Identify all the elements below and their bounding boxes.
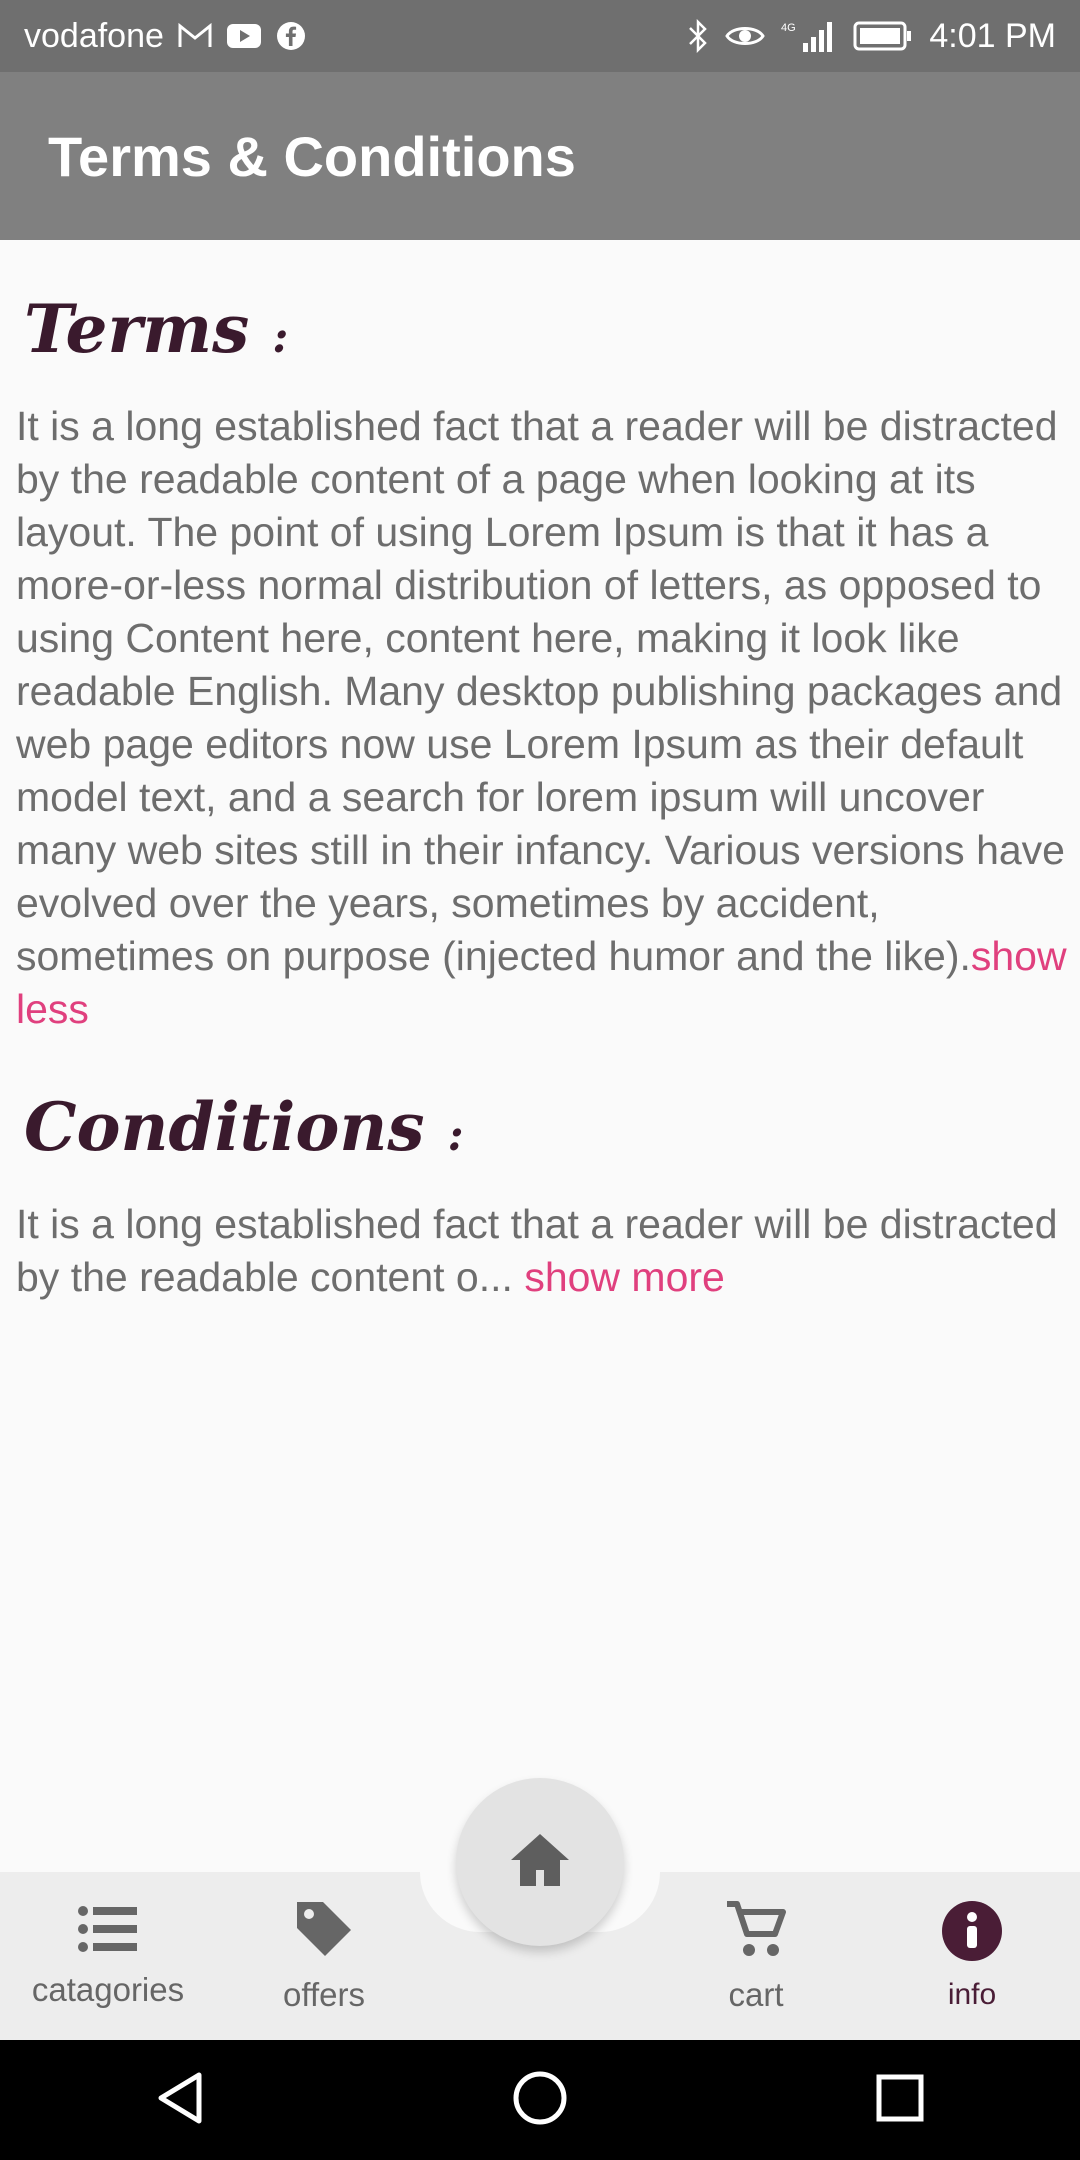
nav-label-offers: offers: [283, 1976, 365, 2013]
status-bar: vodafone 4G 4:01 PM: [0, 0, 1080, 72]
nav-label-info: info: [947, 1978, 997, 2011]
home-icon: [509, 1832, 571, 1893]
system-nav-bar: [0, 2040, 1080, 2160]
terms-content: Terms : It is a long established fact th…: [0, 240, 1080, 1870]
bluetooth-icon: [687, 19, 709, 53]
nav-item-categories[interactable]: catagories: [0, 1872, 216, 2040]
circle-icon: [512, 2070, 568, 2131]
conditions-body: It is a long established fact that a rea…: [16, 1198, 1080, 1304]
network-type: 4G: [781, 22, 796, 34]
status-time: 4:01 PM: [929, 16, 1056, 55]
nav-label-cart: cart: [728, 1976, 784, 2013]
gmail-icon: [178, 23, 212, 49]
battery-icon: [853, 21, 913, 51]
conditions-heading-text: Conditions: [24, 1088, 425, 1166]
nav-item-info[interactable]: info: [864, 1872, 1080, 2040]
signal-icon: 4G: [781, 19, 837, 53]
terms-body-text: It is a long established fact that a rea…: [16, 403, 1065, 979]
nav-item-offers[interactable]: offers: [216, 1872, 432, 2040]
info-icon: [941, 1900, 1003, 1970]
terms-heading-colon: :: [272, 312, 289, 363]
facebook-icon: [276, 21, 306, 51]
app-bar: Terms & Conditions: [0, 72, 1080, 240]
back-icon: [155, 2071, 205, 2130]
eye-icon: [725, 22, 766, 50]
youtube-icon: [226, 23, 262, 49]
recents-button[interactable]: [840, 2040, 960, 2160]
status-left: vodafone: [0, 17, 306, 56]
terms-heading-text: Terms: [24, 290, 250, 368]
terms-heading: Terms :: [24, 290, 289, 368]
carrier-name: vodafone: [24, 16, 164, 55]
cart-icon: [725, 1898, 787, 1968]
status-right: 4G 4:01 PM: [687, 17, 1080, 56]
list-icon: [77, 1903, 139, 1963]
tag-icon: [293, 1898, 355, 1968]
conditions-heading: Conditions :: [24, 1088, 464, 1166]
nav-label-categories: catagories: [31, 1971, 185, 2008]
page-title: Terms & Conditions: [48, 124, 576, 188]
back-button[interactable]: [120, 2040, 240, 2160]
nav-item-cart[interactable]: cart: [648, 1872, 864, 2040]
show-more-link[interactable]: show more: [524, 1254, 725, 1300]
square-icon: [875, 2073, 925, 2128]
home-button[interactable]: [456, 1778, 624, 1946]
conditions-heading-colon: :: [447, 1110, 464, 1161]
home-system-button[interactable]: [480, 2040, 600, 2160]
terms-body: It is a long established fact that a rea…: [16, 400, 1080, 1036]
